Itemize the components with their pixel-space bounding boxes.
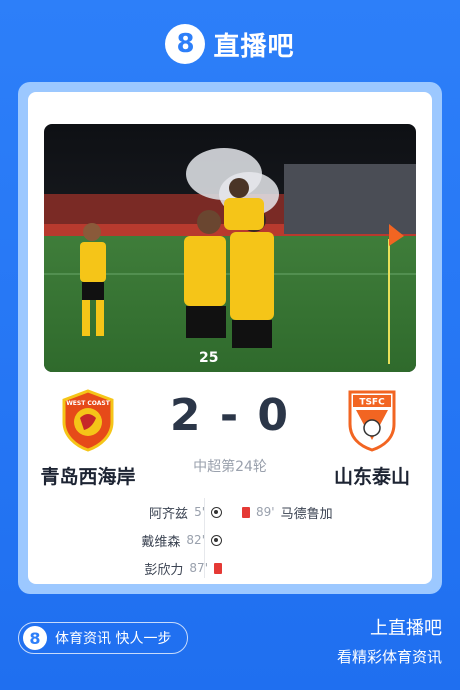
event-player: 彭欣力 — [144, 562, 184, 578]
away-team-name: 山东泰山 — [333, 466, 410, 488]
brand-logo-icon: 8 — [23, 626, 47, 650]
app-header: 8 直播吧 — [0, 24, 460, 64]
event-player: 阿齐兹 — [149, 506, 189, 522]
slogan-text: 体育资讯 快人一步 — [55, 631, 172, 647]
match-events: 阿齐兹 5' 89' 马德鲁加 戴维森 82' 彭欣力 87' — [28, 498, 432, 582]
brand-name: 直播吧 — [213, 31, 295, 62]
footer-cta-subtitle: 看精彩体育资讯 — [336, 648, 442, 666]
event-minute: 82' — [186, 533, 205, 547]
footer-cta: 上直播吧 看精彩体育资讯 — [337, 614, 442, 667]
home-event: 戴维森 82' — [141, 531, 222, 550]
event-row: 戴维森 82' — [28, 526, 432, 554]
away-team-crest-icon: TSFC — [348, 390, 396, 452]
event-row: 彭欣力 87' — [28, 554, 432, 582]
red-card-icon — [214, 562, 222, 574]
event-player: 戴维森 — [141, 534, 181, 550]
away-team[interactable]: TSFC 山东泰山 — [312, 388, 432, 489]
match-photo: 25 — [44, 124, 416, 372]
home-event: 阿齐兹 5' — [149, 503, 222, 522]
away-event: 89' 马德鲁加 — [242, 503, 333, 522]
event-minute: 87' — [189, 561, 208, 575]
scoreboard: WEST COAST 青岛西海岸 2 - 0 中超第24轮 TSFC 山东泰山 — [28, 388, 432, 498]
celebration-image: 25 — [44, 124, 416, 372]
footer-cta-title: 上直播吧 — [370, 618, 442, 639]
svg-text:TSFC: TSFC — [359, 398, 385, 408]
event-minute: 5' — [194, 505, 205, 519]
brand-logo-icon: 8 — [165, 24, 206, 64]
event-player: 马德鲁加 — [280, 506, 333, 522]
goal-ball-icon — [211, 534, 222, 546]
red-card-icon — [242, 506, 250, 518]
home-event: 彭欣力 87' — [144, 559, 222, 578]
svg-text:25: 25 — [199, 350, 218, 366]
slogan-pill[interactable]: 8 体育资讯 快人一步 — [18, 622, 188, 654]
goal-ball-icon — [211, 506, 222, 518]
event-minute: 89' — [256, 505, 275, 519]
event-row: 阿齐兹 5' 89' 马德鲁加 — [28, 498, 432, 526]
